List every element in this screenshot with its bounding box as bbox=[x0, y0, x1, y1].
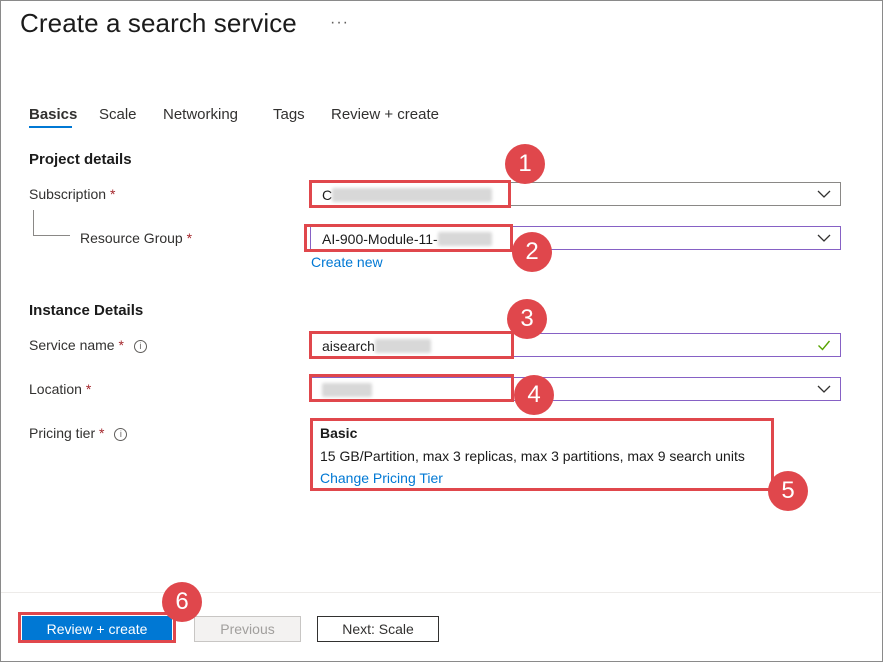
next-scale-button[interactable]: Next: Scale bbox=[317, 616, 439, 642]
chevron-down-icon bbox=[817, 385, 831, 393]
active-tab-indicator bbox=[29, 126, 72, 128]
tab-tags[interactable]: Tags bbox=[273, 106, 305, 123]
highlight-box-location bbox=[309, 374, 514, 402]
highlight-box-service-name bbox=[309, 331, 514, 359]
highlight-box-pricing-tier bbox=[310, 418, 774, 491]
hierarchy-connector bbox=[33, 210, 70, 236]
required-marker: * bbox=[109, 186, 116, 202]
highlight-box-resource-group bbox=[304, 224, 513, 252]
tab-basics[interactable]: Basics bbox=[29, 106, 77, 123]
tab-scale[interactable]: Scale bbox=[99, 106, 137, 123]
callout-badge: 2 bbox=[512, 232, 552, 272]
resource-group-label: Resource Group * bbox=[80, 230, 193, 246]
callout-badge: 6 bbox=[162, 582, 202, 622]
checkmark-icon bbox=[818, 340, 831, 351]
project-details-heading: Project details bbox=[29, 151, 132, 168]
required-marker: * bbox=[85, 381, 92, 397]
highlight-box-subscription bbox=[309, 180, 511, 208]
previous-button[interactable]: Previous bbox=[194, 616, 301, 642]
tab-networking[interactable]: Networking bbox=[163, 106, 238, 123]
page-title: Create a search service bbox=[20, 8, 297, 38]
instance-details-heading: Instance Details bbox=[29, 302, 144, 319]
footer-divider bbox=[1, 592, 881, 593]
chevron-down-icon bbox=[817, 190, 831, 198]
tab-review-create[interactable]: Review + create bbox=[331, 106, 439, 123]
service-name-label: Service name * i bbox=[29, 337, 147, 353]
callout-badge: 1 bbox=[505, 144, 545, 184]
subscription-label: Subscription * bbox=[29, 186, 116, 202]
callout-badge: 5 bbox=[768, 471, 808, 511]
required-marker: * bbox=[186, 230, 193, 246]
pricing-tier-label: Pricing tier * i bbox=[29, 425, 128, 441]
callout-badge: 4 bbox=[514, 375, 554, 415]
location-label: Location * bbox=[29, 381, 92, 397]
info-icon[interactable]: i bbox=[114, 428, 128, 441]
required-marker: * bbox=[99, 425, 105, 441]
required-marker: * bbox=[118, 337, 124, 353]
callout-badge: 3 bbox=[507, 299, 547, 339]
highlight-box-review-create bbox=[18, 612, 176, 643]
chevron-down-icon bbox=[817, 234, 831, 242]
create-new-link[interactable]: Create new bbox=[311, 254, 383, 270]
more-options-icon[interactable]: ··· bbox=[330, 14, 349, 32]
info-icon[interactable]: i bbox=[133, 340, 147, 353]
